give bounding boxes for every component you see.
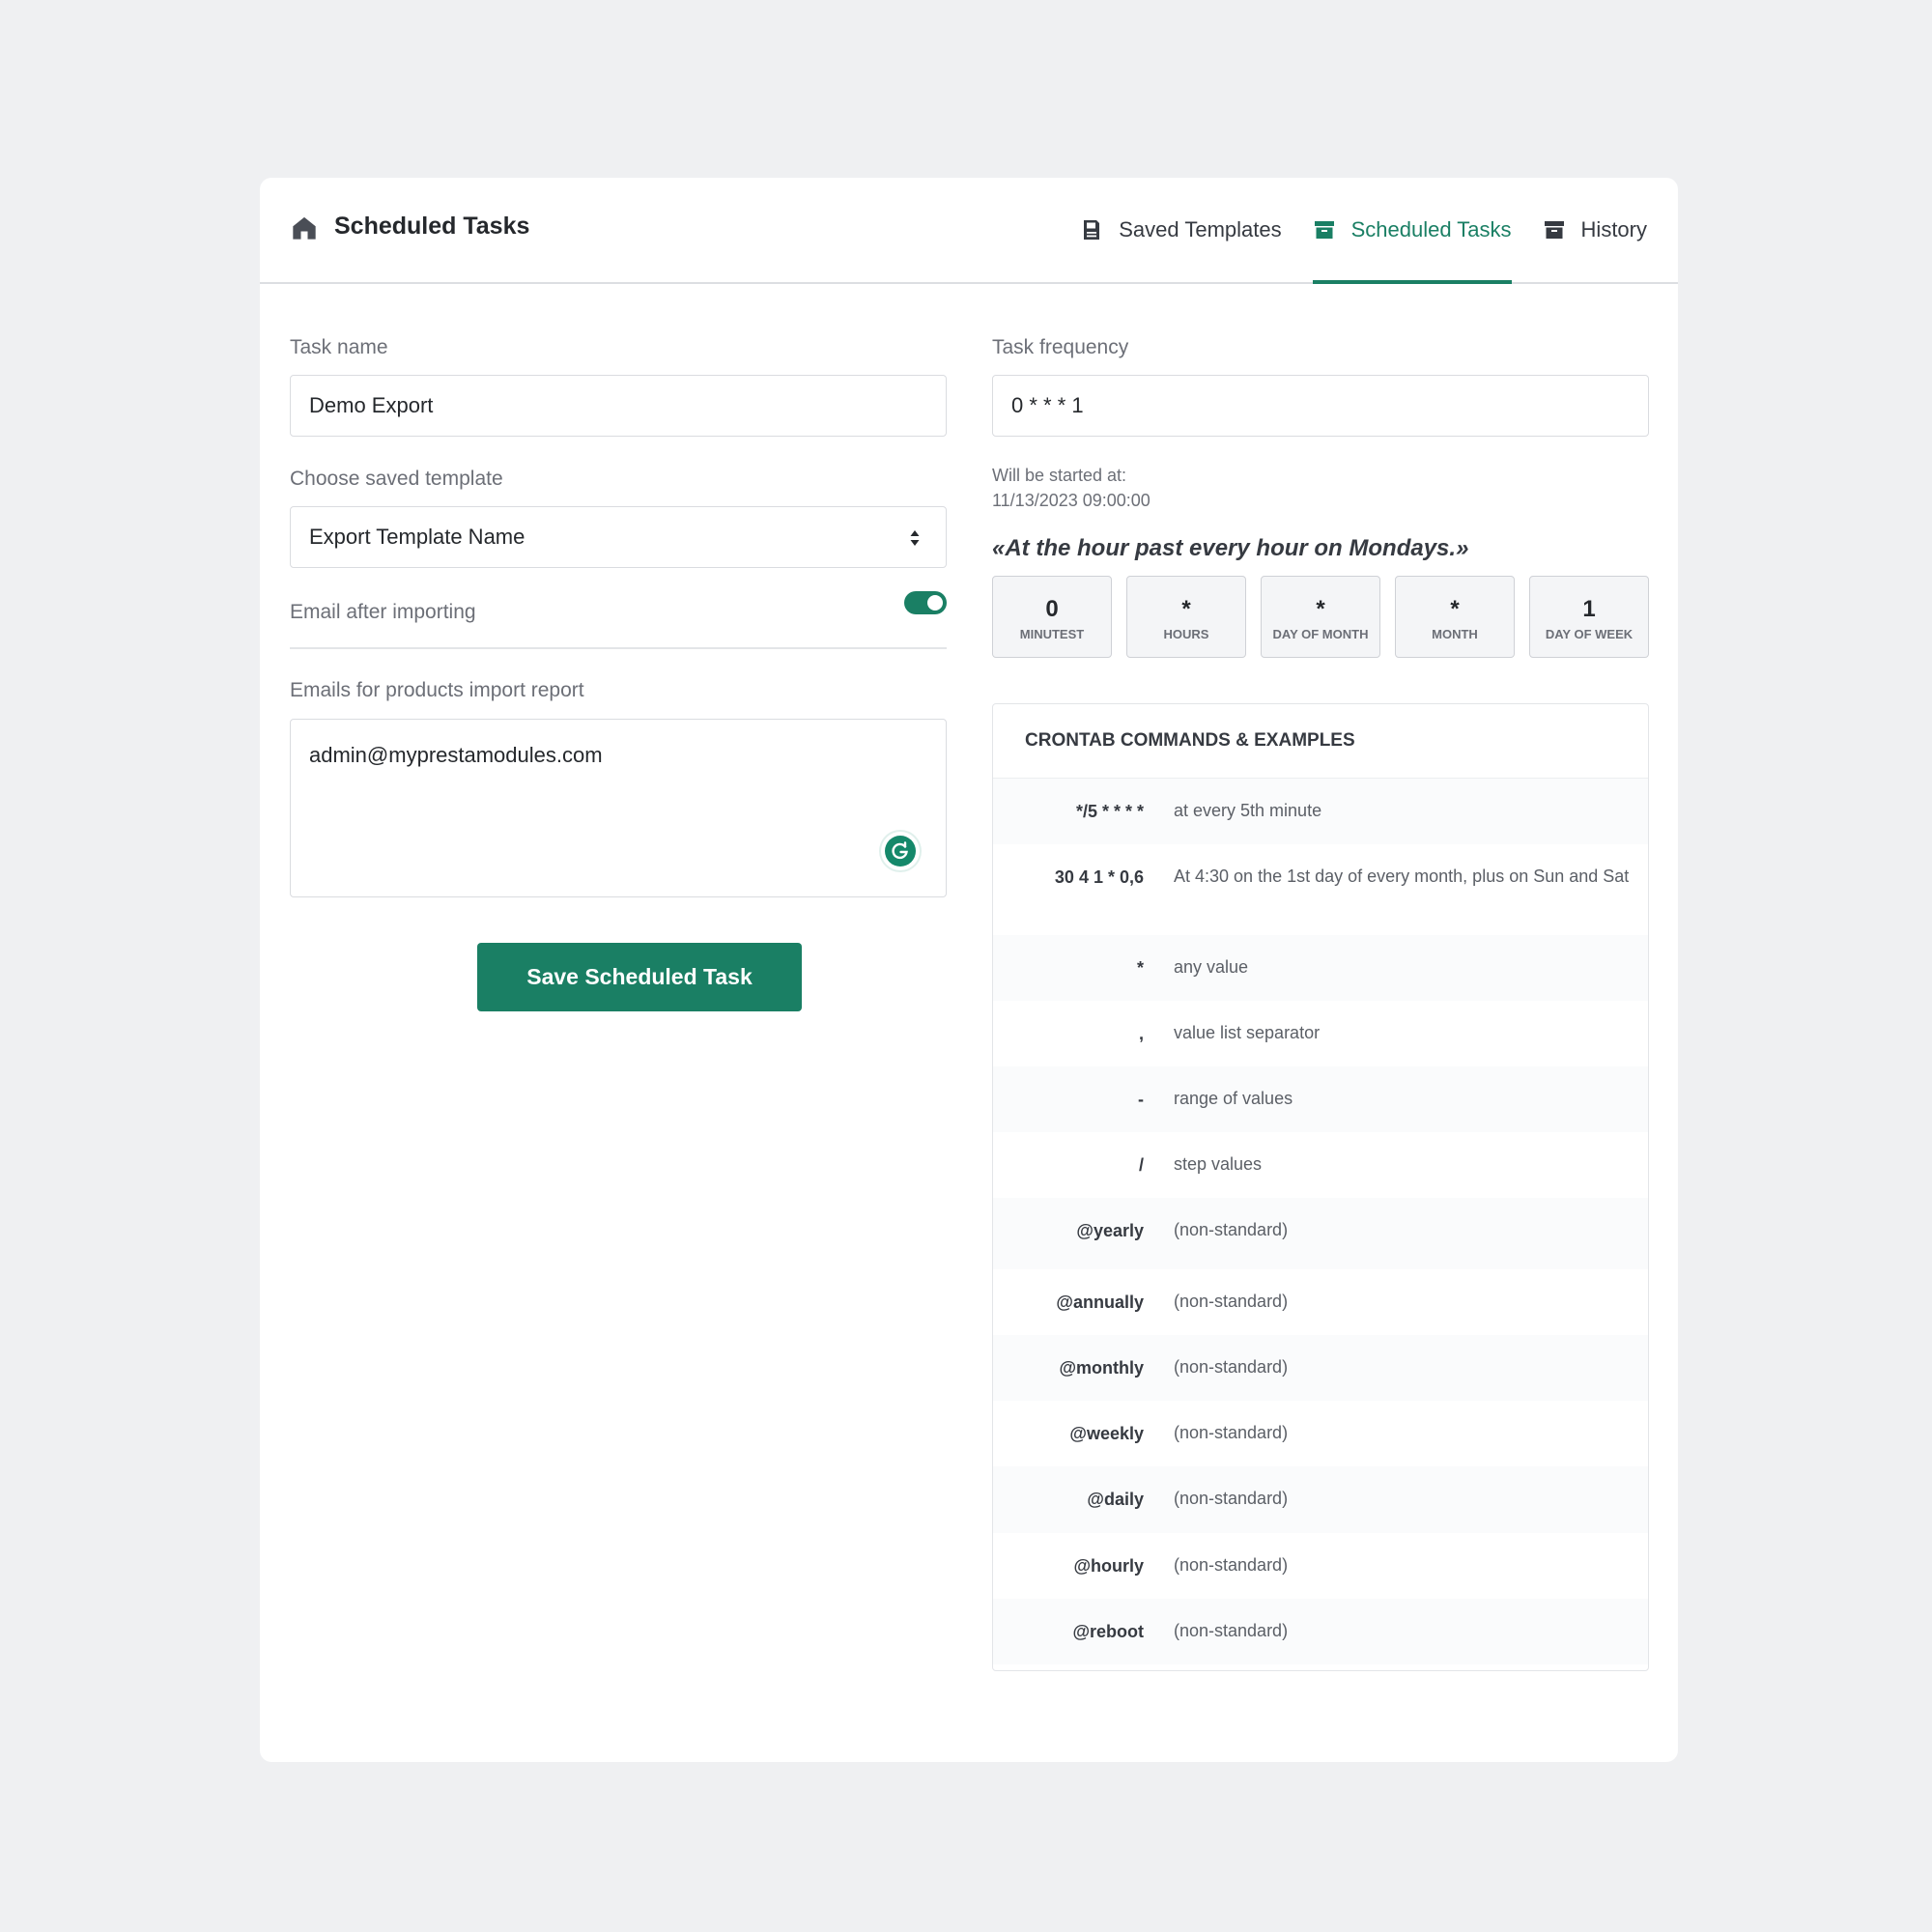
save-scheduled-task-button[interactable]: Save Scheduled Task bbox=[477, 943, 802, 1011]
grammarly-badge bbox=[885, 836, 916, 867]
page-header: Scheduled Tasks Saved Templates Schedule… bbox=[260, 178, 1678, 284]
example-code: , bbox=[1138, 1024, 1144, 1043]
cron-field-unit: DAY OF MONTH bbox=[1272, 627, 1369, 641]
cron-field-unit: HOURS bbox=[1163, 627, 1209, 641]
example-row: * any value bbox=[993, 935, 1648, 1001]
email-toggle-label: Email after importing bbox=[290, 601, 476, 623]
cron-field-day-of-week[interactable]: 1 DAY OF WEEK bbox=[1529, 576, 1649, 658]
emails-label: Emails for products import report bbox=[290, 679, 584, 701]
example-row: @annually (non-standard) bbox=[993, 1269, 1648, 1335]
example-desc: range of values bbox=[1174, 1089, 1293, 1108]
template-select-value: Export Template Name bbox=[309, 525, 526, 549]
home-icon[interactable] bbox=[291, 214, 318, 242]
example-code: @yearly bbox=[1076, 1221, 1144, 1240]
example-desc: value list separator bbox=[1174, 1023, 1321, 1042]
cron-field-value: 1 bbox=[1582, 596, 1596, 622]
tab-saved-templates[interactable]: Saved Templates bbox=[1080, 178, 1282, 282]
example-code: @annually bbox=[1056, 1293, 1144, 1312]
example-desc: (non-standard) bbox=[1174, 1489, 1289, 1508]
example-code: @weekly bbox=[1069, 1424, 1144, 1443]
grammarly-g-icon bbox=[892, 841, 908, 860]
emails-value: admin@myprestamodules.com bbox=[309, 743, 603, 767]
example-row: , value list separator bbox=[993, 1001, 1648, 1066]
start-time-value: 11/13/2023 09:00:00 bbox=[992, 491, 1151, 510]
example-code: @reboot bbox=[1072, 1622, 1144, 1641]
cron-field-unit: MONTH bbox=[1432, 627, 1478, 641]
crontab-examples-panel: CRONTAB COMMANDS & EXAMPLES */5 * * * * … bbox=[992, 703, 1649, 1671]
start-time-label: Will be started at: bbox=[992, 466, 1127, 485]
cron-field-minutes[interactable]: 0 MINUTEST bbox=[992, 576, 1112, 658]
example-row: / step values bbox=[993, 1132, 1648, 1198]
example-code: / bbox=[1138, 1155, 1144, 1175]
cron-field-month[interactable]: * MONTH bbox=[1395, 576, 1515, 658]
example-row: @weekly (non-standard) bbox=[993, 1401, 1648, 1466]
cron-field-value: * bbox=[1450, 596, 1460, 622]
tab-history[interactable]: History bbox=[1543, 178, 1647, 282]
example-desc: any value bbox=[1174, 957, 1249, 977]
cron-field-value: 0 bbox=[1045, 596, 1059, 622]
example-desc: (non-standard) bbox=[1174, 1555, 1289, 1575]
example-code: @monthly bbox=[1059, 1358, 1144, 1378]
example-row: @hourly (non-standard) bbox=[993, 1533, 1648, 1599]
examples-list: */5 * * * * at every 5th minute 30 4 1 *… bbox=[993, 779, 1648, 1664]
tab-scheduled-tasks[interactable]: Scheduled Tasks bbox=[1312, 178, 1512, 284]
task-name-input[interactable]: Demo Export bbox=[290, 375, 947, 437]
select-arrows-icon bbox=[910, 530, 920, 546]
template-select[interactable]: Export Template Name bbox=[290, 506, 947, 568]
cron-fields: 0 MINUTEST * HOURS * DAY OF MONTH * MONT… bbox=[992, 576, 1649, 658]
example-desc: (non-standard) bbox=[1174, 1621, 1289, 1640]
cron-field-value: * bbox=[1316, 596, 1325, 622]
example-row: */5 * * * * at every 5th minute bbox=[993, 779, 1648, 844]
scheduled-tasks-card: Scheduled Tasks Saved Templates Schedule… bbox=[260, 178, 1678, 1762]
example-code: @hourly bbox=[1073, 1556, 1144, 1576]
email-after-importing-toggle[interactable] bbox=[904, 591, 947, 614]
start-time-info: Will be started at: 11/13/2023 09:00:00 bbox=[992, 463, 1151, 513]
tab-label: Saved Templates bbox=[1119, 217, 1282, 242]
example-desc: (non-standard) bbox=[1174, 1423, 1289, 1442]
example-desc: (non-standard) bbox=[1174, 1357, 1289, 1377]
page-title: Scheduled Tasks bbox=[334, 213, 530, 240]
example-code: @daily bbox=[1087, 1490, 1144, 1509]
tab-bar: Saved Templates Scheduled Tasks History bbox=[1049, 178, 1647, 284]
cron-description: «At the hour past every hour on Mondays.… bbox=[992, 535, 1469, 561]
archive-icon bbox=[1314, 221, 1334, 239]
grammarly-icon[interactable] bbox=[881, 832, 920, 870]
emails-textarea[interactable]: admin@myprestamodules.com bbox=[290, 719, 947, 897]
task-name-label: Task name bbox=[290, 336, 388, 358]
cron-field-hours[interactable]: * HOURS bbox=[1126, 576, 1246, 658]
save-icon bbox=[1084, 220, 1100, 240]
toggle-knob bbox=[927, 595, 943, 611]
task-frequency-value: 0 * * * 1 bbox=[1011, 393, 1084, 417]
example-row: 30 4 1 * 0,6 At 4:30 on the 1st day of e… bbox=[993, 844, 1648, 935]
examples-title: CRONTAB COMMANDS & EXAMPLES bbox=[993, 704, 1648, 779]
tab-label: History bbox=[1580, 217, 1647, 242]
example-desc: (non-standard) bbox=[1174, 1292, 1289, 1311]
example-desc: step values bbox=[1174, 1154, 1263, 1174]
divider bbox=[290, 647, 947, 649]
cron-field-value: * bbox=[1181, 596, 1191, 622]
task-frequency-input[interactable]: 0 * * * 1 bbox=[992, 375, 1649, 437]
cron-field-unit: DAY OF WEEK bbox=[1545, 627, 1634, 641]
cron-field-day-of-month[interactable]: * DAY OF MONTH bbox=[1261, 576, 1380, 658]
example-code: */5 * * * * bbox=[1075, 802, 1144, 821]
example-row: - range of values bbox=[993, 1066, 1648, 1132]
example-code: * bbox=[1136, 958, 1144, 978]
template-label: Choose saved template bbox=[290, 468, 503, 490]
example-code: 30 4 1 * 0,6 bbox=[1054, 867, 1144, 887]
task-frequency-label: Task frequency bbox=[992, 336, 1129, 358]
example-desc: (non-standard) bbox=[1174, 1220, 1289, 1239]
example-code: - bbox=[1138, 1090, 1144, 1109]
example-desc: at every 5th minute bbox=[1174, 801, 1322, 820]
example-desc: At 4:30 on the 1st day of every month, p… bbox=[1174, 867, 1630, 886]
example-row: @monthly (non-standard) bbox=[993, 1335, 1648, 1401]
example-row: @reboot (non-standard) bbox=[993, 1599, 1648, 1664]
archive-icon bbox=[1544, 221, 1564, 239]
tab-label: Scheduled Tasks bbox=[1350, 217, 1512, 242]
cron-field-unit: MINUTEST bbox=[1019, 627, 1085, 641]
task-name-value: Demo Export bbox=[309, 393, 434, 417]
example-row: @daily (non-standard) bbox=[993, 1466, 1648, 1533]
example-row: @yearly (non-standard) bbox=[993, 1198, 1648, 1269]
